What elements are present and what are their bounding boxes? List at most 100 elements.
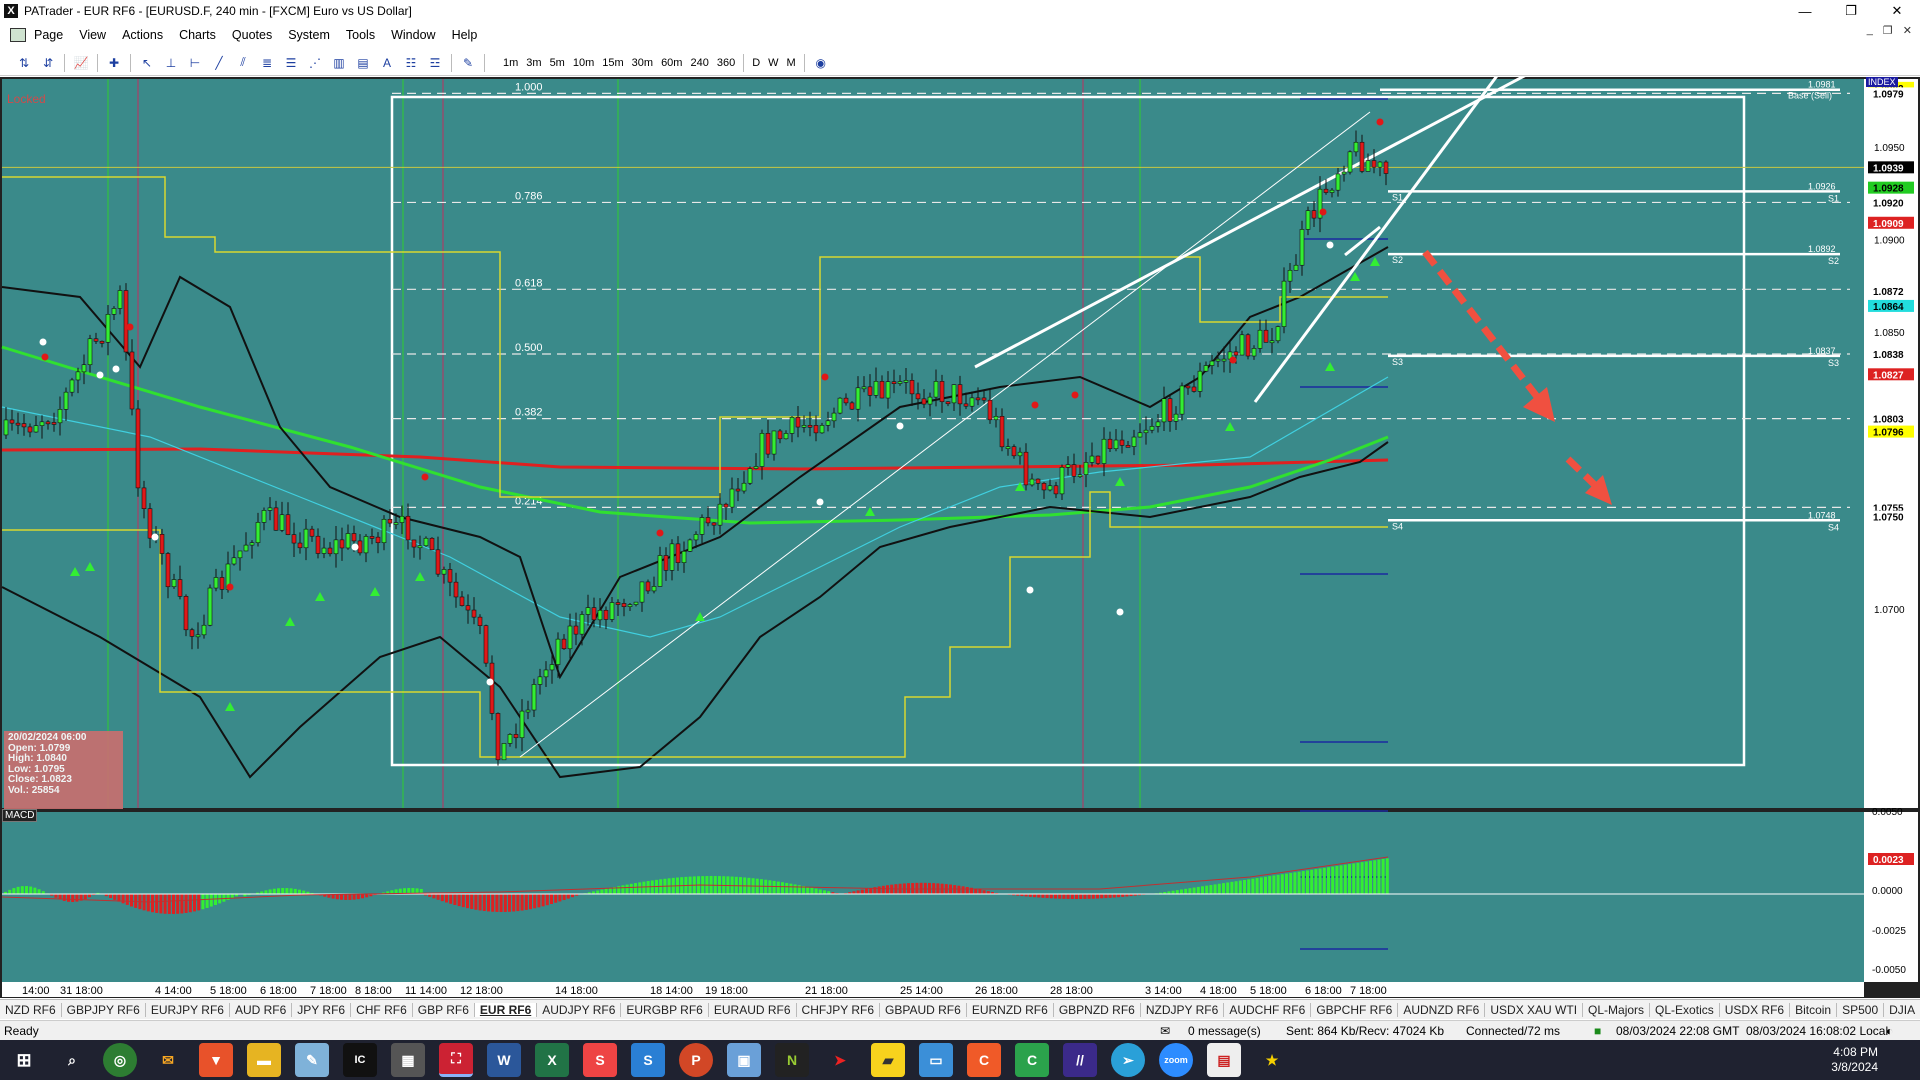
- minimize-button[interactable]: —: [1782, 0, 1828, 22]
- chart-area[interactable]: 1.000 0.786 0.618 0.500 0.382 0.214 1.0926 S1 S1…: [0, 77, 1920, 998]
- tf-d[interactable]: D: [748, 57, 764, 69]
- app-s-red-icon[interactable]: S: [583, 1043, 617, 1077]
- symbol-tab[interactable]: QL-Majors: [1583, 1002, 1651, 1017]
- menu-charts[interactable]: Charts: [171, 28, 224, 42]
- mdi-restore-button[interactable]: ❐: [1883, 24, 1893, 37]
- symbol-tab[interactable]: EUR RF6: [474, 1002, 538, 1017]
- menu-actions[interactable]: Actions: [114, 28, 171, 42]
- channel-icon[interactable]: ⫽: [233, 53, 253, 73]
- symbol-tab[interactable]: AUDJPY RF6: [537, 1002, 622, 1017]
- symbol-tab[interactable]: EURGBP RF6: [621, 1002, 709, 1017]
- order-icon[interactable]: ⇵: [38, 53, 58, 73]
- maximize-button[interactable]: ❐: [1828, 0, 1874, 22]
- symbol-tab[interactable]: JPY RF6: [292, 1002, 352, 1017]
- system-clock[interactable]: 4:08 PM 3/8/2024: [1831, 1045, 1878, 1075]
- timezone-icon[interactable]: ▥: [329, 53, 349, 73]
- tf-30m[interactable]: 30m: [628, 57, 657, 69]
- image-app-icon[interactable]: ▣: [727, 1043, 761, 1077]
- notepad-icon[interactable]: ✎: [295, 1043, 329, 1077]
- horizontal-line-icon[interactable]: ⊥: [161, 53, 181, 73]
- fib-icon[interactable]: ≣: [257, 53, 277, 73]
- app-c-green-icon[interactable]: C: [1015, 1043, 1049, 1077]
- text-icon[interactable]: A: [377, 53, 397, 73]
- trendline-icon[interactable]: ╱: [209, 53, 229, 73]
- close-button[interactable]: ✕: [1874, 0, 1920, 22]
- contrast-icon[interactable]: ◐: [1886, 1024, 1893, 1038]
- tf-15m[interactable]: 15m: [598, 57, 627, 69]
- symbol-tab[interactable]: USDX XAU WTI: [1485, 1002, 1584, 1017]
- rectangle-icon[interactable]: ▤: [353, 53, 373, 73]
- buy-sell-icon[interactable]: ⇅: [14, 53, 34, 73]
- clock-icon[interactable]: ◉: [811, 53, 831, 73]
- brave-icon[interactable]: ▼: [199, 1043, 233, 1077]
- powerpoint-icon[interactable]: P: [679, 1043, 713, 1077]
- fib-ext-icon[interactable]: ☰: [281, 53, 301, 73]
- tf-240[interactable]: 240: [686, 57, 712, 69]
- tf-3m[interactable]: 3m: [522, 57, 545, 69]
- menu-tools[interactable]: Tools: [338, 28, 383, 42]
- symbol-tab[interactable]: DJIA: [1884, 1003, 1920, 1017]
- red-app-icon[interactable]: ➤: [823, 1043, 857, 1077]
- indicator-icon[interactable]: ✎: [458, 53, 478, 73]
- search-icon[interactable]: ⌕: [55, 1043, 89, 1077]
- sticky-notes-icon[interactable]: ▰: [871, 1043, 905, 1077]
- symbol-tab[interactable]: AUDCHF RF6: [1224, 1002, 1312, 1017]
- symbol-tab[interactable]: GBPJPY RF6: [62, 1002, 146, 1017]
- app-s-blue-icon[interactable]: S: [631, 1043, 665, 1077]
- mdi-close-button[interactable]: ✕: [1903, 24, 1912, 37]
- star-app-icon[interactable]: ★: [1255, 1043, 1289, 1077]
- menu-view[interactable]: View: [71, 28, 114, 42]
- symbol-tab[interactable]: EURJPY RF6: [146, 1002, 230, 1017]
- calculator-icon[interactable]: ▦: [391, 1043, 425, 1077]
- tf-10m[interactable]: 10m: [569, 57, 598, 69]
- tf-5m[interactable]: 5m: [546, 57, 569, 69]
- menu-help[interactable]: Help: [444, 28, 486, 42]
- ic-markets-icon[interactable]: IC: [343, 1043, 377, 1077]
- telegram-icon[interactable]: ➢: [1111, 1043, 1145, 1077]
- symbol-tab[interactable]: QL-Exotics: [1650, 1002, 1720, 1017]
- chart-icon[interactable]: 📈: [71, 53, 91, 73]
- pivot-icon[interactable]: ☷: [401, 53, 421, 73]
- tf-360[interactable]: 360: [713, 57, 739, 69]
- symbol-tab[interactable]: AUDNZD RF6: [1398, 1002, 1486, 1017]
- symbol-tab[interactable]: GBP RF6: [413, 1002, 475, 1017]
- symbol-tab[interactable]: CHF RF6: [351, 1002, 413, 1017]
- mdi-minimize-button[interactable]: _: [1867, 24, 1873, 37]
- chart-app-icon[interactable]: ▤: [1207, 1043, 1241, 1077]
- symbol-tab[interactable]: SP500: [1837, 1002, 1885, 1017]
- windows-start-icon[interactable]: ⊞: [7, 1043, 41, 1077]
- menu-window[interactable]: Window: [383, 28, 443, 42]
- excel-icon[interactable]: X: [535, 1043, 569, 1077]
- tf-60m[interactable]: 60m: [657, 57, 686, 69]
- tf-1m[interactable]: 1m: [499, 57, 522, 69]
- mail-icon[interactable]: ✉: [1160, 1024, 1170, 1038]
- menu-page[interactable]: Page: [26, 28, 71, 42]
- fan-icon[interactable]: ⋰: [305, 53, 325, 73]
- zoom-icon[interactable]: zoom: [1159, 1043, 1193, 1077]
- chrome-icon[interactable]: ◎: [103, 1043, 137, 1077]
- crosshair-icon[interactable]: ✚: [104, 53, 124, 73]
- symbol-tab[interactable]: GBPAUD RF6: [880, 1002, 967, 1017]
- ninja-icon[interactable]: N: [775, 1043, 809, 1077]
- symbol-tab[interactable]: CHFJPY RF6: [797, 1002, 881, 1017]
- menu-system[interactable]: System: [280, 28, 338, 42]
- app-purple-icon[interactable]: //: [1063, 1043, 1097, 1077]
- symbol-tab[interactable]: GBPCHF RF6: [1311, 1002, 1399, 1017]
- symbol-tab[interactable]: EURNZD RF6: [967, 1002, 1054, 1017]
- symbol-tab[interactable]: GBPNZD RF6: [1054, 1002, 1141, 1017]
- levels-icon[interactable]: ☲: [425, 53, 445, 73]
- file-explorer-icon[interactable]: ▬: [247, 1043, 281, 1077]
- symbol-tab[interactable]: NZDJPY RF6: [1141, 1002, 1225, 1017]
- symbol-tab[interactable]: AUD RF6: [230, 1002, 293, 1017]
- symbol-tab[interactable]: EURAUD RF6: [709, 1002, 797, 1017]
- app-c-orange-icon[interactable]: C: [967, 1043, 1001, 1077]
- word-icon[interactable]: W: [487, 1043, 521, 1077]
- price-chart[interactable]: 1.0000.7860.6180.5000.3820.2141.0926S1 S1…: [0, 77, 1920, 998]
- pointer-icon[interactable]: ↖: [137, 53, 157, 73]
- patrader-taskbar-icon[interactable]: ⛶: [439, 1043, 473, 1077]
- symbol-tab[interactable]: USDX RF6: [1720, 1002, 1791, 1017]
- symbol-tab[interactable]: Bitcoin: [1790, 1002, 1838, 1017]
- vertical-line-icon[interactable]: ⊢: [185, 53, 205, 73]
- tf-w[interactable]: W: [764, 57, 782, 69]
- tf-m[interactable]: M: [783, 57, 800, 69]
